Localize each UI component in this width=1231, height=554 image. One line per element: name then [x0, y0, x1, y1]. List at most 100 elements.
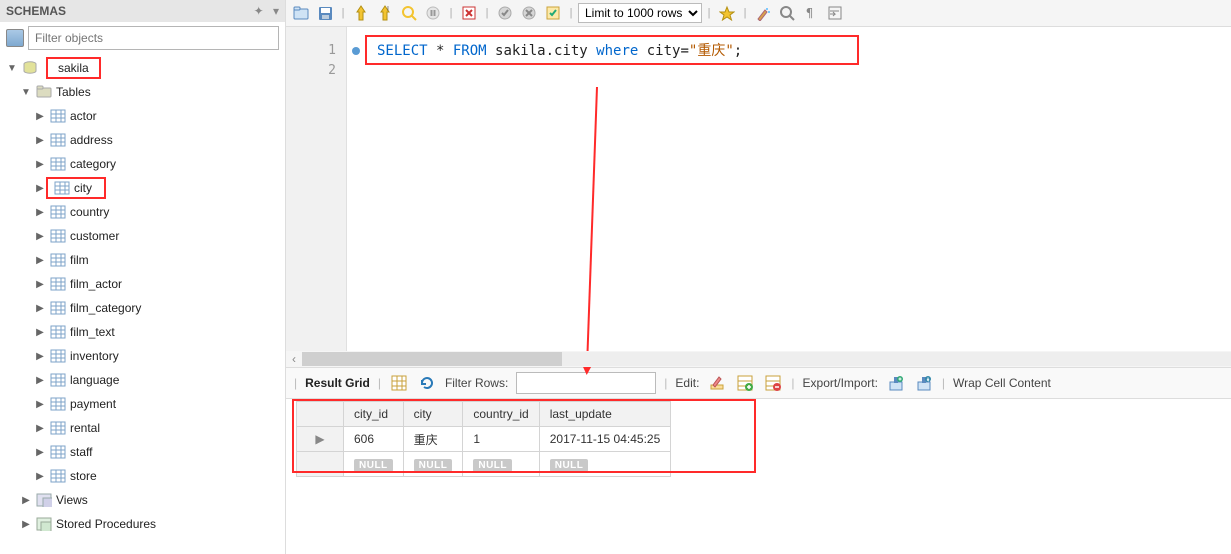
table-item-film_category[interactable]: ▶film_category	[6, 296, 285, 320]
table-name: country	[70, 205, 109, 219]
column-header[interactable]: city_id	[344, 402, 404, 427]
scroll-thumb[interactable]	[302, 352, 562, 366]
column-header[interactable]: city	[403, 402, 463, 427]
expand-icon[interactable]: ▶	[34, 471, 46, 482]
database-row[interactable]: ▼ sakila	[6, 56, 285, 80]
expand-icon[interactable]: ▶	[34, 399, 46, 410]
schemas-panel: SCHEMAS ✦ ▾ ▼ sakila ▼ Tables ▶actor▶add…	[0, 0, 286, 554]
expand-icon[interactable]: ▶	[34, 135, 46, 146]
expand-icon[interactable]: ▶	[34, 111, 46, 122]
rollback-button[interactable]	[518, 2, 540, 24]
expand-icon[interactable]: ▶	[34, 231, 46, 242]
import-icon[interactable]	[914, 373, 934, 393]
table-row[interactable]: NULLNULLNULLNULL	[297, 452, 671, 477]
cell[interactable]: 2017-11-15 04:45:25	[539, 427, 671, 452]
find-button[interactable]	[776, 2, 798, 24]
table-item-film[interactable]: ▶film	[6, 248, 285, 272]
stop-on-error-button[interactable]	[458, 2, 480, 24]
schemas-refresh-icon[interactable]: ✦	[254, 4, 264, 18]
scroll-track[interactable]	[302, 352, 1231, 366]
scroll-left-icon[interactable]: ‹	[286, 351, 302, 367]
cell[interactable]: 重庆	[403, 427, 463, 452]
commit-button[interactable]	[494, 2, 516, 24]
expand-icon[interactable]: ▶	[34, 447, 46, 458]
cell[interactable]: 1	[463, 427, 539, 452]
table-item-category[interactable]: ▶ category	[6, 152, 285, 176]
table-item-address[interactable]: ▶address	[6, 128, 285, 152]
save-button[interactable]	[314, 2, 336, 24]
expand-icon[interactable]: ▶	[20, 495, 32, 506]
toggle-invisible-button[interactable]: ¶	[800, 2, 822, 24]
table-item-city[interactable]: ▶city	[6, 176, 285, 200]
result-table[interactable]: city_idcitycountry_idlast_update ▶606重庆1…	[296, 401, 671, 477]
table-item-language[interactable]: ▶language	[6, 368, 285, 392]
execute-button[interactable]	[350, 2, 372, 24]
table-icon	[50, 468, 66, 484]
refresh-icon[interactable]	[417, 373, 437, 393]
sql-token: "重庆"	[689, 43, 734, 59]
delete-row-icon[interactable]	[763, 373, 783, 393]
expand-icon[interactable]: ▶	[34, 303, 46, 314]
table-item-film_text[interactable]: ▶film_text	[6, 320, 285, 344]
wrap-button[interactable]	[824, 2, 846, 24]
column-header[interactable]: last_update	[539, 402, 671, 427]
column-header[interactable]: country_id	[463, 402, 539, 427]
expand-icon[interactable]: ▶	[34, 207, 46, 218]
filter-objects-input[interactable]	[28, 26, 279, 50]
expand-icon[interactable]: ▶	[34, 351, 46, 362]
expand-icon[interactable]: ▶	[34, 279, 46, 290]
explain-button[interactable]	[398, 2, 420, 24]
proc-icon	[36, 516, 52, 532]
table-name: staff	[70, 445, 92, 459]
table-item-payment[interactable]: ▶payment	[6, 392, 285, 416]
expand-icon[interactable]: ▶	[34, 183, 46, 194]
table-name: store	[70, 469, 97, 483]
table-row[interactable]: ▶606重庆12017-11-15 04:45:25	[297, 427, 671, 452]
grid-view-icon[interactable]	[389, 373, 409, 393]
stored-procedures-folder[interactable]: ▶ Stored Procedures	[6, 512, 285, 536]
code-area[interactable]: SELECT * FROM sakila.city where city="重庆…	[347, 27, 1231, 367]
tables-folder[interactable]: ▼ Tables	[6, 80, 285, 104]
beautify-button[interactable]	[752, 2, 774, 24]
table-icon	[50, 372, 66, 388]
expand-icon[interactable]: ▶	[34, 375, 46, 386]
views-folder[interactable]: ▶ Views	[6, 488, 285, 512]
filter-rows-input[interactable]	[516, 372, 656, 394]
expand-icon[interactable]: ▶	[34, 159, 46, 170]
cell[interactable]: 606	[344, 427, 404, 452]
table-item-inventory[interactable]: ▶inventory	[6, 344, 285, 368]
open-file-button[interactable]	[290, 2, 312, 24]
table-name: category	[70, 157, 116, 171]
line-number: 2	[286, 61, 346, 81]
expand-icon[interactable]: ▼	[6, 63, 18, 74]
export-icon[interactable]	[886, 373, 906, 393]
schemas-collapse-icon[interactable]: ▾	[273, 4, 279, 18]
table-item-rental[interactable]: ▶rental	[6, 416, 285, 440]
expand-icon[interactable]: ▼	[20, 87, 32, 98]
cell[interactable]: NULL	[463, 452, 539, 477]
autocommit-button[interactable]	[542, 2, 564, 24]
stop-icon[interactable]	[422, 2, 444, 24]
expand-icon[interactable]: ▶	[34, 423, 46, 434]
cell[interactable]: NULL	[403, 452, 463, 477]
table-item-customer[interactable]: ▶customer	[6, 224, 285, 248]
cell[interactable]: NULL	[539, 452, 671, 477]
table-icon	[54, 180, 70, 196]
table-item-film_actor[interactable]: ▶film_actor	[6, 272, 285, 296]
row-limit-select[interactable]: Limit to 1000 rows	[578, 3, 702, 23]
add-row-icon[interactable]	[735, 373, 755, 393]
expand-icon[interactable]: ▶	[20, 519, 32, 530]
table-item-store[interactable]: ▶ store	[6, 464, 285, 488]
cell[interactable]: NULL	[344, 452, 404, 477]
expand-icon[interactable]: ▶	[34, 255, 46, 266]
expand-icon[interactable]: ▶	[34, 327, 46, 338]
table-item-country[interactable]: ▶ country	[6, 200, 285, 224]
favorite-button[interactable]	[716, 2, 738, 24]
editor-horizontal-scrollbar[interactable]: ‹	[286, 351, 1231, 367]
table-item-actor[interactable]: ▶actor	[6, 104, 285, 128]
execute-current-button[interactable]: I	[374, 2, 396, 24]
table-icon	[50, 156, 66, 172]
sql-editor[interactable]: 1 2 SELECT * FROM sakila.city where city…	[286, 27, 1231, 367]
table-item-staff[interactable]: ▶ staff	[6, 440, 285, 464]
edit-row-icon[interactable]	[707, 373, 727, 393]
